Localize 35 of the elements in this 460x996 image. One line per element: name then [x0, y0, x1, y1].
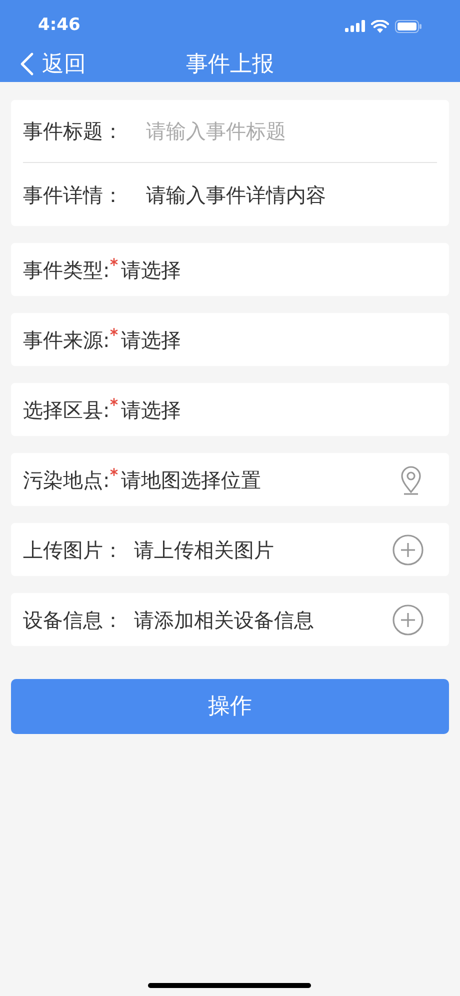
field-hint: 请地图选择位置: [120, 466, 261, 494]
form-row[interactable]: 事件类型: 请选择: [11, 243, 449, 296]
field-hint: 请选择: [120, 396, 181, 424]
field-label: 事件详情：: [23, 182, 124, 208]
wifi-icon: [371, 20, 389, 32]
asterisk-icon: [110, 258, 118, 266]
add-icon[interactable]: [392, 534, 424, 566]
asterisk-icon: [110, 468, 118, 476]
status-time: 4:46: [38, 14, 80, 38]
signal-icon: [345, 20, 365, 32]
location-pin-icon[interactable]: [398, 464, 424, 494]
field-label: 污染地点:: [23, 466, 110, 494]
add-icon[interactable]: [392, 604, 424, 636]
field-label: 事件来源:: [23, 326, 110, 354]
details-input-field[interactable]: 请输入事件详情内容: [146, 180, 437, 210]
battery-icon: [395, 20, 422, 32]
field-label: 事件标题：: [23, 118, 124, 145]
title-input-field[interactable]: 请输入事件标题: [146, 116, 437, 146]
form-row[interactable]: 选择区县: 请选择: [11, 383, 449, 436]
asterisk-icon: [110, 398, 118, 406]
field-hint: 请选择: [120, 326, 181, 354]
field-hint: 请上传相关图片: [134, 536, 274, 564]
form-row[interactable]: 事件来源: 请选择: [11, 313, 449, 366]
asterisk-icon: [110, 328, 118, 336]
form-row[interactable]: 上传图片： 请上传相关图片: [11, 523, 449, 576]
form-row[interactable]: 设备信息： 请添加相关设备信息: [11, 593, 449, 646]
form-row[interactable]: 污染地点: 请地图选择位置: [11, 453, 449, 506]
field-label: 选择区县:: [23, 396, 110, 424]
field-label: 事件类型:: [23, 256, 110, 284]
page-title: 事件上报: [186, 50, 274, 78]
chevron-left-icon: [20, 52, 34, 76]
field-label: 上传图片：: [23, 536, 123, 564]
field-label: 设备信息：: [23, 606, 123, 634]
field-hint: 请选择: [120, 256, 181, 284]
field-hint: 请添加相关设备信息: [134, 606, 314, 634]
